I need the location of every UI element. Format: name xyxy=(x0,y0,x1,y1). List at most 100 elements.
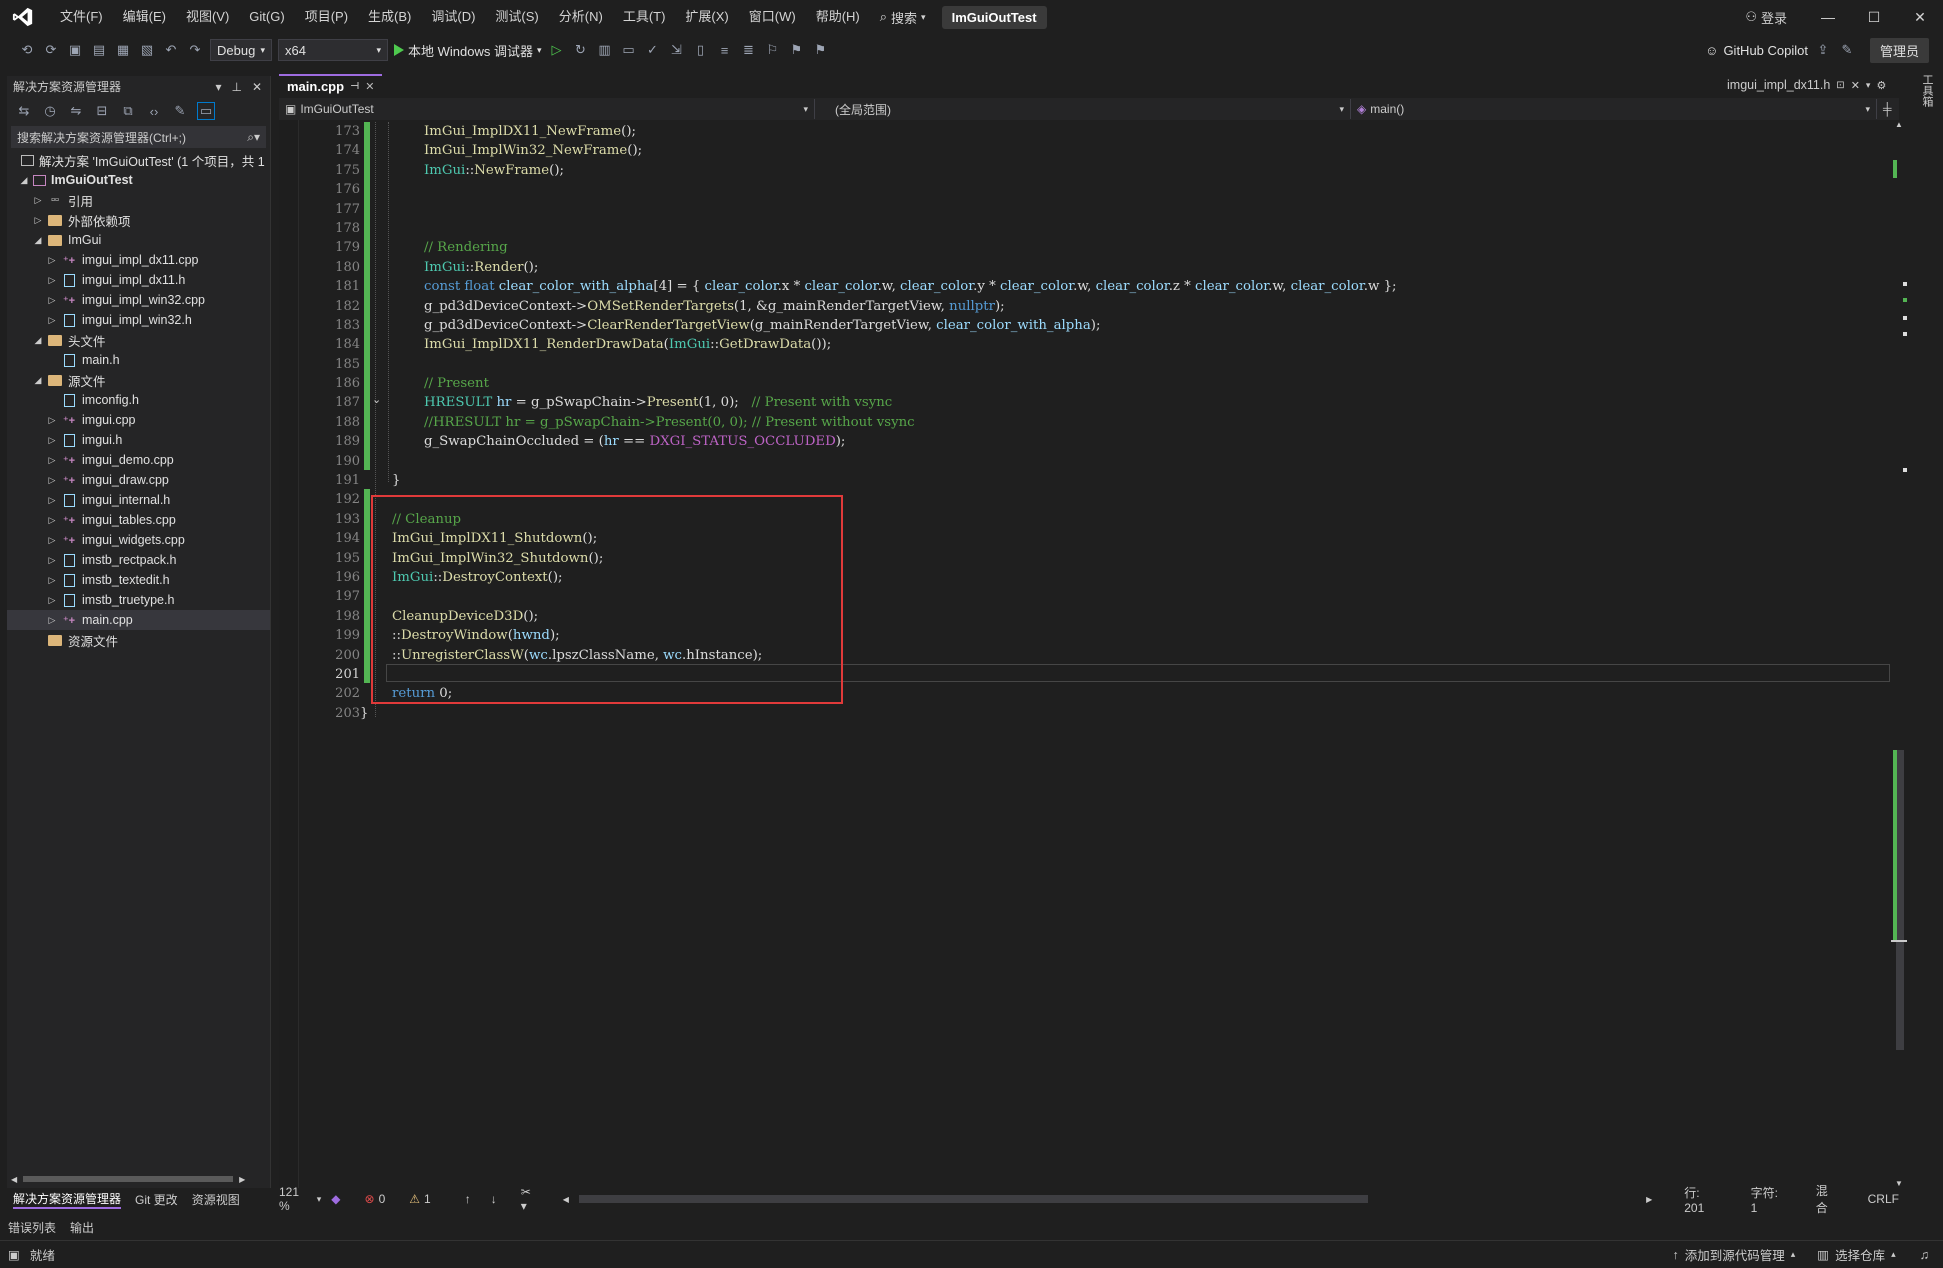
collapsed-arrow-icon[interactable]: ▷ xyxy=(45,475,59,486)
scroll-up-icon[interactable]: ▲ xyxy=(1891,120,1907,129)
feedback-icon[interactable]: ✎ xyxy=(1838,41,1856,59)
expanded-arrow-icon[interactable]: ◢ xyxy=(31,335,45,346)
collapsed-arrow-icon[interactable]: ▷ xyxy=(45,615,59,626)
output-icon[interactable]: ▣ xyxy=(8,1247,20,1262)
add-source-control-button[interactable]: ↑ 添加到源代码管理 ▴ xyxy=(1672,1245,1795,1264)
collapsed-arrow-icon[interactable]: ▷ xyxy=(45,315,59,326)
copilot-button[interactable]: ☺ GitHub Copilot xyxy=(1705,43,1808,58)
cleanup-icon[interactable]: ✂▾ xyxy=(521,1185,537,1213)
code-line[interactable]: // Present xyxy=(360,374,1890,393)
swap-icon[interactable]: ⇋ xyxy=(67,102,85,120)
menu-item[interactable]: 窗口(W) xyxy=(739,0,806,34)
tool-window-tab[interactable]: 工具箱 xyxy=(1919,74,1935,118)
code-line[interactable]: const float clear_color_with_alpha[4] = … xyxy=(360,277,1890,296)
code-line[interactable]: HRESULT hr = g_pSwapChain->Present(1, 0)… xyxy=(360,393,1890,412)
pin-icon[interactable]: ⊥ xyxy=(231,76,241,98)
code-line[interactable] xyxy=(360,219,1890,238)
tree-item[interactable]: ▷ ▫▫ 引用 xyxy=(7,190,270,210)
panel-tab[interactable]: 解决方案资源管理器 xyxy=(13,1190,122,1209)
tree-item[interactable]: ◢ ImGui xyxy=(7,230,270,250)
zoom-dropdown[interactable]: 121 % ▾ xyxy=(279,1185,321,1213)
code-line[interactable] xyxy=(360,355,1890,374)
tree-item[interactable]: ▷ ⁺+ imgui_widgets.cpp xyxy=(7,530,270,550)
menu-item[interactable]: 帮助(H) xyxy=(806,0,870,34)
menu-item[interactable]: 视图(V) xyxy=(176,0,239,34)
gear-icon[interactable]: ⚙ xyxy=(1876,79,1886,92)
code-line[interactable]: g_SwapChainOccluded = (hr == DXGI_STATUS… xyxy=(360,432,1890,451)
whitespace-indicator[interactable]: 混合 xyxy=(1816,1182,1840,1216)
code-line[interactable]: ImGui::Render(); xyxy=(360,258,1890,277)
project-dropdown[interactable]: ▣ ImGuiOutTest ▾ xyxy=(279,99,815,119)
code-line[interactable]: // Rendering xyxy=(360,238,1890,257)
menu-item[interactable]: 生成(B) xyxy=(358,0,421,34)
scroll-down-icon[interactable]: ▼ xyxy=(1891,1179,1907,1188)
scope-dropdown[interactable]: (全局范围) ▾ xyxy=(815,99,1351,119)
undo-icon[interactable]: ↶ xyxy=(162,41,180,59)
down-arrow-icon[interactable]: ↓ xyxy=(491,1192,497,1206)
code-line[interactable]: } xyxy=(360,471,1890,490)
tree-item[interactable]: 资源文件 xyxy=(7,630,270,650)
signin-button[interactable]: ⚇ 登录 xyxy=(1745,8,1787,27)
prev-bookmark-icon[interactable]: ⚑ xyxy=(788,41,806,59)
collapsed-arrow-icon[interactable]: ▷ xyxy=(45,415,59,426)
bottom-panel-tab[interactable]: 输出 xyxy=(70,1219,94,1236)
menu-item[interactable]: 测试(S) xyxy=(485,0,548,34)
menu-item[interactable]: 项目(P) xyxy=(295,0,358,34)
tree-item[interactable]: ▷ 外部依赖项 xyxy=(7,210,270,230)
tree-item[interactable]: ▷ imstb_truetype.h xyxy=(7,590,270,610)
tree-item[interactable]: ◢ 头文件 xyxy=(7,330,270,350)
comment-icon[interactable]: ≡ xyxy=(716,41,734,59)
menu-item[interactable]: 分析(N) xyxy=(549,0,613,34)
configuration-dropdown[interactable]: Debug ▾ xyxy=(210,39,272,61)
tree-item[interactable]: ▷ imgui_impl_dx11.h xyxy=(7,270,270,290)
uncomment-icon[interactable]: ≣ xyxy=(740,41,758,59)
scroll-left-icon[interactable]: ◀ xyxy=(11,1175,17,1184)
collapsed-arrow-icon[interactable]: ▷ xyxy=(45,455,59,466)
browse-icon[interactable]: ▥ xyxy=(596,41,614,59)
solution-search-input[interactable]: 搜索解决方案资源管理器(Ctrl+;) ⌕▾ xyxy=(11,126,266,148)
tree-item[interactable]: ▷ ⁺+ imgui.cpp xyxy=(7,410,270,430)
close-window-button[interactable]: ✕ xyxy=(1897,0,1943,34)
up-arrow-icon[interactable]: ↑ xyxy=(465,1192,471,1206)
select-repo-button[interactable]: ▥ 选择仓库 ▴ xyxy=(1817,1245,1895,1264)
close-icon[interactable]: ✕ xyxy=(252,76,262,98)
tree-item[interactable]: ▷ ⁺+ main.cpp xyxy=(7,610,270,630)
copy-icon[interactable]: ⧉ xyxy=(119,102,137,120)
collapsed-arrow-icon[interactable]: ▷ xyxy=(45,295,59,306)
chevron-down-icon[interactable]: ▾ xyxy=(215,76,221,98)
step-icon[interactable]: ⇲ xyxy=(668,41,686,59)
horizontal-scrollbar[interactable]: ◀ ▶ xyxy=(11,1174,267,1184)
notification-bell-icon[interactable]: ♫ xyxy=(1920,1248,1929,1262)
keep-open-icon[interactable]: ⊡ xyxy=(1836,80,1844,91)
wrench-icon[interactable]: ✎ xyxy=(171,102,189,120)
tree-item[interactable]: ▷ ⁺+ imgui_draw.cpp xyxy=(7,470,270,490)
code-line[interactable]: ImGui_ImplDX11_NewFrame(); xyxy=(360,122,1890,141)
maximize-button[interactable]: ☐ xyxy=(1851,0,1897,34)
code-line[interactable]: //HRESULT hr = g_pSwapChain->Present(0, … xyxy=(360,413,1890,432)
code-line[interactable]: ImGui_ImplWin32_NewFrame(); xyxy=(360,141,1890,160)
scroll-right-icon[interactable]: ▶ xyxy=(1646,1195,1652,1204)
tree-item[interactable]: ◢ 源文件 xyxy=(7,370,270,390)
horizontal-scrollbar-thumb[interactable] xyxy=(578,1195,1368,1203)
char-indicator[interactable]: 字符: 1 xyxy=(1751,1184,1788,1215)
tree-item[interactable]: main.h xyxy=(7,350,270,370)
tree-item[interactable]: imconfig.h xyxy=(7,390,270,410)
code-line[interactable]: ImGui_ImplDX11_RenderDrawData(ImGui::Get… xyxy=(360,335,1890,354)
platform-dropdown[interactable]: x64 ▾ xyxy=(278,39,388,61)
collapsed-arrow-icon[interactable]: ▷ xyxy=(45,595,59,606)
new-project-icon[interactable]: ▣ xyxy=(66,41,84,59)
collapsed-arrow-icon[interactable]: ▷ xyxy=(31,195,45,206)
menu-item[interactable]: 编辑(E) xyxy=(113,0,176,34)
menu-item[interactable]: Git(G) xyxy=(239,0,294,34)
tree-project-node[interactable]: ◢ ImGuiOutTest xyxy=(7,170,270,190)
hot-reload-icon[interactable]: ↻ xyxy=(572,41,590,59)
collapsed-arrow-icon[interactable]: ▷ xyxy=(45,275,59,286)
menu-item[interactable]: 调试(D) xyxy=(421,0,485,34)
window-layout-icon[interactable]: ▭ xyxy=(620,41,638,59)
tree-item[interactable]: ▷ imgui_impl_win32.h xyxy=(7,310,270,330)
tree-item[interactable]: ▷ imgui_internal.h xyxy=(7,490,270,510)
panel-tab[interactable]: 资源视图 xyxy=(192,1191,240,1208)
tab-main-cpp[interactable]: main.cpp ⊣ ✕ xyxy=(279,74,383,96)
expanded-arrow-icon[interactable]: ◢ xyxy=(31,375,45,386)
close-icon[interactable]: ✕ xyxy=(365,80,374,93)
